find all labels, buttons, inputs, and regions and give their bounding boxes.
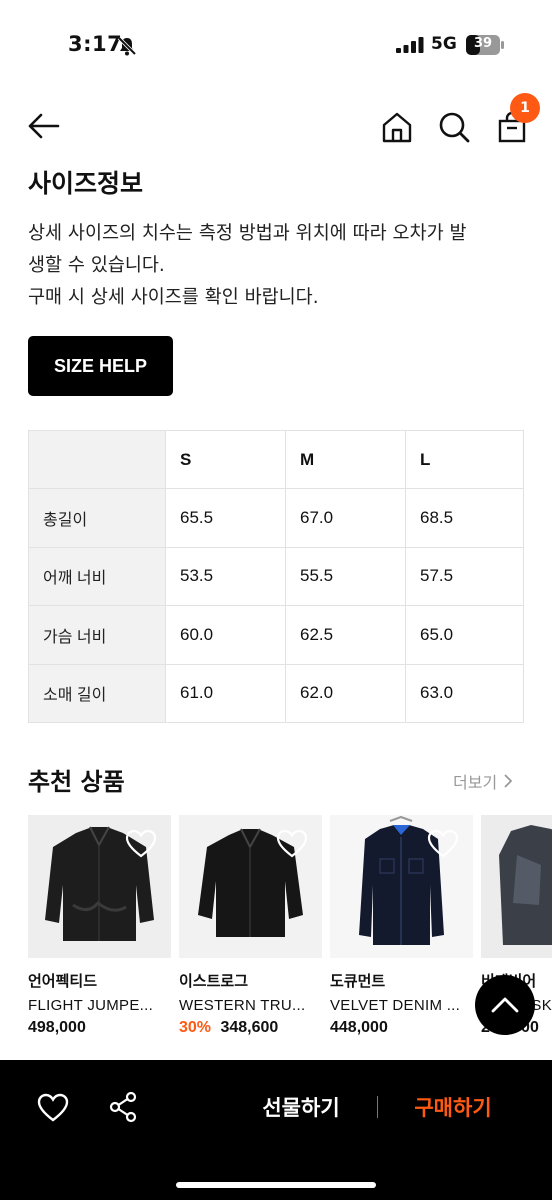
product-card[interactable]: 도큐먼트 VELVET DENIM ... 448,000 [330,815,473,1037]
size-cell: 68.5 [405,488,524,548]
size-column-header: M [285,429,406,490]
see-more-label: 더보기 [453,773,498,792]
gift-button[interactable]: 선물하기 [246,1090,356,1124]
size-info-description: 상세 사이즈의 치수는 측정 방법과 위치에 따라 오차가 발 생할 수 있습니… [28,218,528,314]
product-image[interactable] [28,815,171,958]
size-cell: 57.5 [405,546,524,607]
size-desc-line: 상세 사이즈의 치수는 측정 방법과 위치에 따라 오차가 발 [28,223,467,244]
home-icon[interactable] [380,110,414,144]
buy-button[interactable]: 구매하기 [398,1090,508,1124]
status-time: 3:17 [68,32,123,56]
heart-icon[interactable] [125,829,157,859]
divider [377,1096,378,1118]
size-row-label: 소매 길이 [28,663,166,723]
back-arrow-icon[interactable] [26,110,62,142]
size-table: S M L 총길이 65.5 67.0 68.5 어깨 너비 53.5 55.5… [28,429,524,723]
cart-count-badge: 1 [510,93,540,123]
status-bar: 3:17 5G 39 [0,0,552,90]
size-row-label: 어깨 너비 [28,546,166,607]
product-price: 498,000 [28,1019,86,1036]
heart-icon[interactable] [37,1093,69,1123]
jacket-image [481,815,552,958]
search-icon[interactable] [437,110,471,144]
size-cell: 55.5 [285,546,406,607]
size-table-row: 가슴 너비 60.0 62.5 65.0 [28,605,524,665]
size-table-corner [28,429,166,490]
size-column-header: S [165,429,286,490]
heart-icon[interactable] [276,829,308,859]
product-card[interactable]: 이스트로그 WESTERN TRU... 30% 348,600 [179,815,322,1037]
size-cell: 62.0 [285,663,406,723]
chevron-up-icon [491,997,519,1013]
share-icon[interactable] [108,1091,138,1123]
size-desc-line: 구매 시 상세 사이즈를 확인 바랍니다. [28,287,319,308]
product-price-row: 498,000 [28,1019,171,1037]
size-desc-line: 생할 수 있습니다. [28,255,165,276]
recommended-title: 추천 상품 [28,768,125,796]
size-info-title: 사이즈정보 [28,169,144,198]
size-table-row: 어깨 너비 53.5 55.5 57.5 [28,546,524,607]
product-price: 448,000 [330,1019,388,1036]
size-cell: 65.0 [405,605,524,665]
product-image[interactable] [330,815,473,958]
product-brand: 도큐먼트 [330,972,386,990]
product-image[interactable] [179,815,322,958]
size-table-row: 소매 길이 61.0 62.0 63.0 [28,663,524,723]
bottom-action-bar: 선물하기 구매하기 [0,1060,552,1200]
size-cell: 60.0 [165,605,286,665]
size-cell: 67.0 [285,488,406,548]
size-row-label: 총길이 [28,488,166,548]
product-name: VELVET DENIM ... [330,997,461,1014]
see-more-link[interactable]: 더보기 [453,769,513,793]
size-help-button[interactable]: SIZE HELP [28,336,173,396]
product-price: 348,600 [220,1019,279,1036]
product-brand: 언어펙티드 [28,972,98,990]
size-row-label: 가슴 너비 [28,605,166,665]
product-price-row: 30% 348,600 [179,1019,322,1037]
product-card[interactable]: 언어펙티드 FLIGHT JUMPE... 498,000 [28,815,171,1037]
product-name: FLIGHT JUMPE... [28,997,154,1014]
signal-icon [396,37,424,53]
size-table-header: S M L [28,429,524,490]
product-name: WESTERN TRU... [179,997,306,1014]
heart-icon[interactable] [427,829,459,859]
size-cell: 65.5 [165,488,286,548]
product-image[interactable] [481,815,552,958]
product-price-row: 448,000 [330,1019,473,1037]
battery-level: 39 [473,36,493,51]
size-cell: 61.0 [165,663,286,723]
scroll-to-top-button[interactable] [475,975,535,1035]
size-cell: 53.5 [165,546,286,607]
size-cell: 62.5 [285,605,406,665]
bell-muted-icon [117,36,137,56]
product-discount: 30% [179,1019,212,1036]
chevron-right-icon [504,774,513,788]
home-indicator [176,1182,376,1188]
network-type: 5G [431,34,457,54]
size-column-header: L [405,429,524,490]
size-cell: 63.0 [405,663,524,723]
product-brand: 이스트로그 [179,972,249,990]
size-table-row: 총길이 65.5 67.0 68.5 [28,488,524,548]
